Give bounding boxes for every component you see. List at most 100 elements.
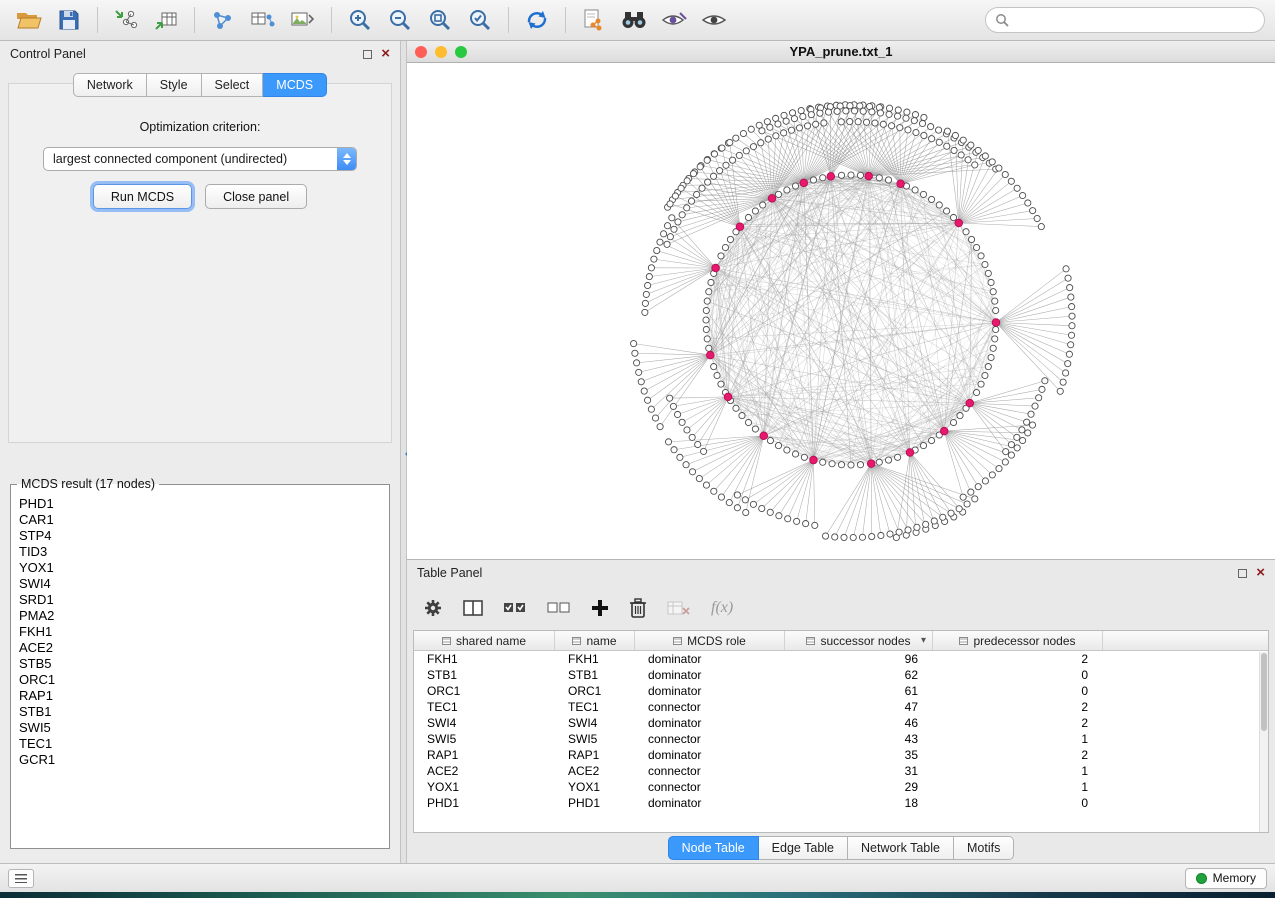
cell-shared_name[interactable]: YOX1: [414, 780, 555, 794]
mcds-result-item[interactable]: TEC1: [19, 736, 381, 752]
cell-predecessor_nodes[interactable]: 2: [933, 716, 1103, 730]
sort-indicator-icon[interactable]: ▾: [921, 635, 926, 646]
cell-mcds_role[interactable]: connector: [635, 780, 785, 794]
cell-successor_nodes[interactable]: 96: [785, 652, 933, 666]
cell-predecessor_nodes[interactable]: 0: [933, 684, 1103, 698]
cell-name[interactable]: SWI4: [555, 716, 635, 730]
search-network-button[interactable]: [615, 4, 653, 36]
cell-shared_name[interactable]: SWI4: [414, 716, 555, 730]
mcds-result-item[interactable]: STB5: [19, 656, 381, 672]
cell-name[interactable]: TEC1: [555, 700, 635, 714]
ui-settings-button[interactable]: [8, 869, 34, 888]
function-builder-button[interactable]: f(x): [711, 599, 733, 617]
cell-shared_name[interactable]: TEC1: [414, 700, 555, 714]
mcds-result-item[interactable]: FKH1: [19, 624, 381, 640]
run-mcds-button[interactable]: Run MCDS: [93, 184, 192, 209]
export-network-button[interactable]: [575, 4, 613, 36]
cell-mcds_role[interactable]: dominator: [635, 796, 785, 810]
cell-predecessor_nodes[interactable]: 1: [933, 780, 1103, 794]
cell-predecessor_nodes[interactable]: 2: [933, 652, 1103, 666]
cell-successor_nodes[interactable]: 35: [785, 748, 933, 762]
dropdown-stepper-icon[interactable]: [337, 148, 356, 170]
export-image-button[interactable]: [284, 4, 322, 36]
cell-successor_nodes[interactable]: 31: [785, 764, 933, 778]
cell-shared_name[interactable]: PHD1: [414, 796, 555, 810]
table-row[interactable]: SWI5SWI5connector431: [414, 731, 1268, 747]
save-session-button[interactable]: [50, 4, 88, 36]
add-column-button[interactable]: [591, 599, 609, 617]
open-session-button[interactable]: [10, 4, 48, 36]
analyzer-button[interactable]: [655, 4, 693, 36]
column-header-successor-nodes[interactable]: successor nodes▾: [785, 631, 933, 650]
new-network-button[interactable]: [204, 4, 242, 36]
mcds-result-item[interactable]: ORC1: [19, 672, 381, 688]
table-row[interactable]: ACE2ACE2connector311: [414, 763, 1268, 779]
cell-successor_nodes[interactable]: 18: [785, 796, 933, 810]
criterion-dropdown[interactable]: largest connected component (undirected): [43, 147, 357, 171]
cell-mcds_role[interactable]: dominator: [635, 652, 785, 666]
import-network-button[interactable]: [107, 4, 145, 36]
tab-network-table[interactable]: Network Table: [848, 836, 954, 860]
mcds-result-item[interactable]: GCR1: [19, 752, 381, 768]
cell-name[interactable]: ACE2: [555, 764, 635, 778]
cell-successor_nodes[interactable]: 43: [785, 732, 933, 746]
network-from-table-button[interactable]: [244, 4, 282, 36]
cell-name[interactable]: ORC1: [555, 684, 635, 698]
zoom-selected-button[interactable]: [461, 4, 499, 36]
cell-successor_nodes[interactable]: 46: [785, 716, 933, 730]
close-panel-icon[interactable]: ×: [381, 48, 390, 60]
refresh-view-button[interactable]: [518, 4, 556, 36]
cell-predecessor_nodes[interactable]: 0: [933, 796, 1103, 810]
cell-mcds_role[interactable]: connector: [635, 764, 785, 778]
minimize-window-icon[interactable]: [435, 46, 447, 58]
table-row[interactable]: STB1STB1dominator620: [414, 667, 1268, 683]
cell-name[interactable]: STB1: [555, 668, 635, 682]
mcds-result-item[interactable]: TID3: [19, 544, 381, 560]
mcds-result-list[interactable]: PHD1CAR1STP4TID3YOX1SWI4SRD1PMA2FKH1ACE2…: [13, 493, 387, 771]
maximize-window-icon[interactable]: [455, 46, 467, 58]
mcds-result-item[interactable]: STB1: [19, 704, 381, 720]
cell-successor_nodes[interactable]: 29: [785, 780, 933, 794]
float-panel-icon[interactable]: [363, 50, 372, 59]
cell-shared_name[interactable]: STB1: [414, 668, 555, 682]
table-row[interactable]: PHD1PHD1dominator180: [414, 795, 1268, 811]
tab-style[interactable]: Style: [147, 73, 202, 97]
memory-button[interactable]: Memory: [1185, 868, 1267, 889]
zoom-fit-button[interactable]: [421, 4, 459, 36]
cell-predecessor_nodes[interactable]: 1: [933, 732, 1103, 746]
close-panel-icon[interactable]: ×: [1256, 567, 1265, 579]
cell-name[interactable]: FKH1: [555, 652, 635, 666]
network-canvas[interactable]: [407, 63, 1275, 559]
cell-name[interactable]: YOX1: [555, 780, 635, 794]
mcds-result-item[interactable]: PHD1: [19, 496, 381, 512]
mcds-result-item[interactable]: SRD1: [19, 592, 381, 608]
tab-select[interactable]: Select: [202, 73, 264, 97]
tab-network[interactable]: Network: [73, 73, 147, 97]
cell-predecessor_nodes[interactable]: 2: [933, 700, 1103, 714]
table-settings-button[interactable]: [423, 598, 443, 618]
cell-shared_name[interactable]: RAP1: [414, 748, 555, 762]
deselect-all-button[interactable]: [547, 601, 571, 615]
tab-motifs[interactable]: Motifs: [954, 836, 1014, 860]
table-row[interactable]: YOX1YOX1connector291: [414, 779, 1268, 795]
tab-mcds[interactable]: MCDS: [263, 73, 327, 97]
mcds-result-item[interactable]: PMA2: [19, 608, 381, 624]
column-header-predecessor-nodes[interactable]: predecessor nodes: [933, 631, 1103, 650]
cell-successor_nodes[interactable]: 47: [785, 700, 933, 714]
cell-mcds_role[interactable]: dominator: [635, 716, 785, 730]
cell-name[interactable]: PHD1: [555, 796, 635, 810]
table-scrollbar[interactable]: [1259, 652, 1268, 832]
scrollbar-thumb[interactable]: [1261, 653, 1267, 731]
column-header-shared-name[interactable]: shared name: [414, 631, 555, 650]
zoom-in-button[interactable]: [341, 4, 379, 36]
tab-node-table[interactable]: Node Table: [668, 836, 759, 860]
cell-predecessor_nodes[interactable]: 1: [933, 764, 1103, 778]
import-table-button[interactable]: [147, 4, 185, 36]
table-row[interactable]: TEC1TEC1connector472: [414, 699, 1268, 715]
column-header-name[interactable]: name: [555, 631, 635, 650]
cell-shared_name[interactable]: SWI5: [414, 732, 555, 746]
zoom-out-button[interactable]: [381, 4, 419, 36]
cell-mcds_role[interactable]: connector: [635, 700, 785, 714]
show-hide-button[interactable]: [695, 4, 733, 36]
table-body[interactable]: FKH1FKH1dominator962STB1STB1dominator620…: [414, 651, 1268, 832]
